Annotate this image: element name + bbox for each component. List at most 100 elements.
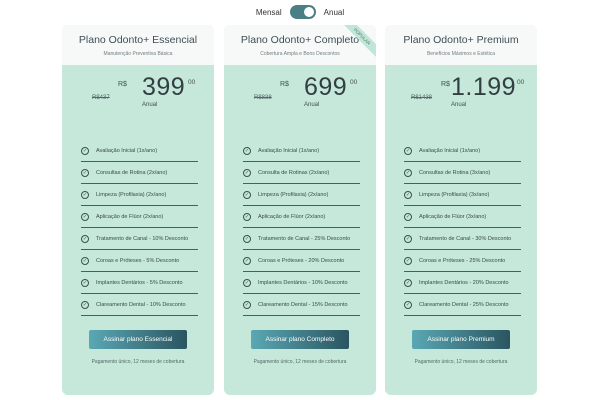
feature-label: Aplicação de Flúor (2x/ano) — [258, 213, 326, 220]
check-icon: ✓ — [81, 234, 89, 243]
feature-item: ✓ Tratamento de Canal - 10% Desconto — [81, 228, 198, 250]
feature-label: Implantes Dentários - 5% Desconto — [96, 279, 183, 286]
feature-label: Avaliação Inicial (1x/ano) — [258, 147, 320, 154]
feature-item: ✓ Implantes Dentários - 5% Desconto — [81, 272, 198, 294]
check-icon: ✓ — [404, 256, 412, 265]
monthly-label[interactable]: Mensal — [256, 8, 282, 17]
old-price: R$838 — [254, 95, 272, 101]
check-icon: ✓ — [404, 234, 412, 243]
feature-label: Consultas de Rotina (3x/ano) — [419, 169, 491, 176]
price-amount: 399 — [142, 73, 186, 101]
feature-item: ✓ Consulta de Rotinas (2x/ano) — [243, 162, 360, 184]
billing-toggle: Mensal Anual — [0, 4, 600, 20]
check-icon: ✓ — [81, 190, 89, 199]
price-block: R$838 R$ 699 00 Anual — [224, 65, 376, 140]
feature-label: Avaliação Inicial (1x/ano) — [419, 147, 481, 154]
feature-label: Implantes Dentários - 10% Desconto — [258, 279, 348, 286]
feature-item: ✓ Avaliação Inicial (1x/ano) — [404, 140, 521, 162]
feature-list: ✓ Avaliação Inicial (1x/ano) ✓ Consultas d… — [62, 140, 214, 316]
plan-subtitle: Benefícios Máximos e Estética — [426, 51, 496, 57]
check-icon: ✓ — [243, 168, 251, 177]
check-icon: ✓ — [404, 278, 412, 287]
price-block: R$437 R$ 399 00 Anual — [62, 65, 214, 140]
feature-item: ✓ Tratamento de Canal - 25% Desconto — [243, 228, 360, 250]
price-block: R$1438 R$ 1.199 00 Anual — [385, 65, 537, 140]
feature-label: Coroas e Próteses - 5% Desconto — [96, 257, 180, 264]
feature-label: Clareamento Dental - 25% Desconto — [419, 301, 509, 308]
feature-item: ✓ Limpeza (Profilaxia) (2x/ano) — [81, 184, 198, 206]
feature-item: ✓ Clareamento Dental - 10% Desconto — [81, 294, 198, 316]
payment-note: Pagamento único, 12 meses de cobertura — [414, 359, 508, 365]
currency: R$ — [441, 81, 450, 88]
plan-name: Plano Odonto+ Essencial — [78, 34, 198, 46]
feature-list: ✓ Avaliação Inicial (1x/ano) ✓ Consulta de… — [224, 140, 376, 316]
feature-item: ✓ Coroas e Próteses - 5% Desconto — [81, 250, 198, 272]
price-amount: 1.199 — [451, 73, 517, 101]
plan-subtitle: Cobertura Ampla e Bons Descontos — [260, 51, 340, 57]
subscribe-essencial-button[interactable]: Assinar plano Essencial — [89, 330, 187, 349]
check-icon: ✓ — [81, 300, 89, 309]
subscribe-premium-button[interactable]: Assinar plano Premium — [412, 330, 510, 349]
feature-label: Aplicação de Flúor (2x/ano) — [96, 213, 164, 220]
check-icon: ✓ — [404, 190, 412, 199]
feature-label: Coroas e Próteses - 25% Desconto — [419, 257, 506, 264]
price-period: Anual — [451, 102, 467, 108]
feature-label: Coroas e Próteses - 20% Desconto — [258, 257, 345, 264]
old-price: R$1438 — [411, 95, 433, 101]
feature-label: Clareamento Dental - 15% Desconto — [258, 301, 348, 308]
check-icon: ✓ — [243, 300, 251, 309]
feature-label: Tratamento de Canal - 10% Desconto — [96, 235, 189, 242]
feature-item: ✓ Avaliação Inicial (1x/ano) — [243, 140, 360, 162]
plan-header: POPULAR Plano Odonto+ Completo Cobertura… — [224, 25, 376, 65]
feature-item: ✓ Clareamento Dental - 15% Desconto — [243, 294, 360, 316]
feature-item: ✓ Limpeza (Profilaxia) (2x/ano) — [243, 184, 360, 206]
currency: R$ — [118, 81, 127, 88]
annual-label[interactable]: Anual — [324, 8, 344, 17]
price-period: Anual — [142, 102, 158, 108]
plan-subtitle: Manutenção Preventiva Básica — [103, 51, 173, 57]
feature-item: ✓ Avaliação Inicial (1x/ano) — [81, 140, 198, 162]
check-icon: ✓ — [243, 278, 251, 287]
feature-label: Consultas de Rotina (2x/ano) — [96, 169, 168, 176]
plan-header: Plano Odonto+ Premium Benefícios Máximos… — [385, 25, 537, 65]
check-icon: ✓ — [404, 146, 412, 155]
feature-label: Aplicação de Flúor (3x/ano) — [419, 213, 487, 220]
subscribe-completo-button[interactable]: Assinar plano Completo — [251, 330, 349, 349]
price-cents: 00 — [188, 79, 196, 86]
price-cents: 00 — [517, 79, 525, 86]
check-icon: ✓ — [81, 146, 89, 155]
check-icon: ✓ — [81, 278, 89, 287]
feature-label: Limpeza (Profilaxia) (3x/ano) — [419, 191, 490, 198]
plan-header: Plano Odonto+ Essencial Manutenção Preve… — [62, 25, 214, 65]
plan-card-completo: POPULAR Plano Odonto+ Completo Cobertura… — [224, 25, 376, 395]
check-icon: ✓ — [404, 300, 412, 309]
check-icon: ✓ — [243, 190, 251, 199]
plan-card-premium: Plano Odonto+ Premium Benefícios Máximos… — [385, 25, 537, 395]
switch-knob — [303, 7, 314, 17]
check-icon: ✓ — [243, 234, 251, 243]
check-icon: ✓ — [243, 212, 251, 221]
plan-name: Plano Odonto+ Premium — [403, 34, 519, 46]
feature-item: ✓ Consultas de Rotina (3x/ano) — [404, 162, 521, 184]
feature-label: Consulta de Rotinas (2x/ano) — [258, 169, 330, 176]
price-cents: 00 — [350, 79, 358, 86]
price-amount: 699 — [304, 73, 348, 101]
feature-list: ✓ Avaliação Inicial (1x/ano) ✓ Consultas d… — [385, 140, 537, 316]
feature-label: Avaliação Inicial (1x/ano) — [96, 147, 158, 154]
feature-item: ✓ Implantes Dentários - 10% Desconto — [243, 272, 360, 294]
feature-item: ✓ Coroas e Próteses - 25% Desconto — [404, 250, 521, 272]
feature-label: Limpeza (Profilaxia) (2x/ano) — [96, 191, 167, 198]
payment-note: Pagamento único, 12 meses de cobertura — [91, 359, 185, 365]
billing-switch[interactable] — [289, 5, 316, 19]
feature-item: ✓ Tratamento de Canal - 30% Desconto — [404, 228, 521, 250]
check-icon: ✓ — [81, 256, 89, 265]
feature-label: Limpeza (Profilaxia) (2x/ano) — [258, 191, 329, 198]
feature-item: ✓ Coroas e Próteses - 20% Desconto — [243, 250, 360, 272]
plan-card-essencial: Plano Odonto+ Essencial Manutenção Preve… — [62, 25, 214, 395]
feature-item: ✓ Aplicação de Flúor (2x/ano) — [243, 206, 360, 228]
check-icon: ✓ — [404, 212, 412, 221]
feature-label: Tratamento de Canal - 25% Desconto — [258, 235, 351, 242]
check-icon: ✓ — [243, 146, 251, 155]
check-icon: ✓ — [243, 256, 251, 265]
payment-note: Pagamento único, 12 meses de cobertura — [253, 359, 347, 365]
